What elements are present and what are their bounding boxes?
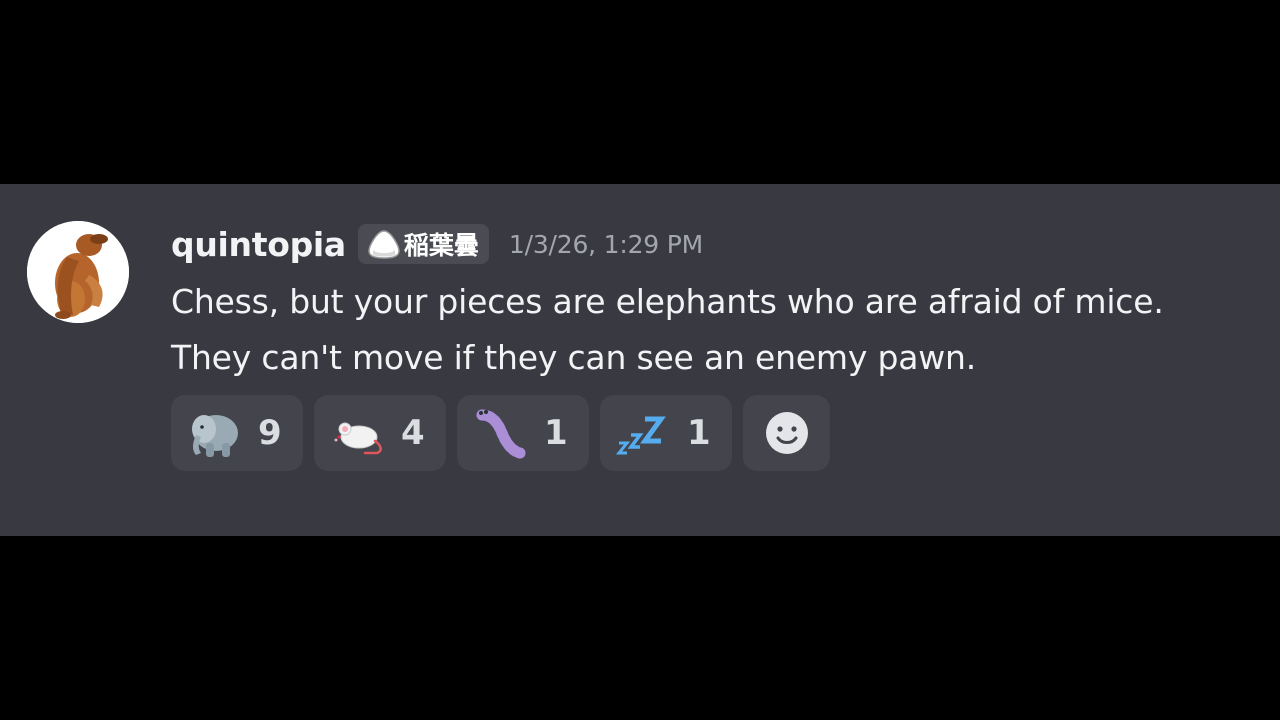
reaction-mouse[interactable]: 4 [314, 395, 446, 471]
message-content: Chess, but your pieces are elephants who… [171, 274, 1261, 386]
elephant-icon [192, 415, 238, 457]
timestamp[interactable]: 1/3/26, 1:29 PM [509, 230, 703, 259]
mouse-icon [334, 422, 382, 455]
onigiri-icon [368, 230, 400, 259]
reactions-bar: 9 4 1 1 [171, 395, 830, 471]
reaction-zzz[interactable]: 1 [600, 395, 732, 471]
message-line: They can't move if they can see an enemy… [171, 338, 977, 377]
username[interactable]: quintopia [171, 225, 346, 264]
smiley-add-reaction-icon [765, 412, 808, 454]
reaction-count: 9 [258, 413, 282, 453]
golden-retriever-avatar-icon [27, 221, 129, 323]
message-container: quintopia 稲葉曇 1/3/26, 1:29 PM Chess, but… [0, 184, 1280, 536]
reaction-count: 4 [401, 413, 425, 453]
add-reaction-button[interactable] [743, 395, 830, 471]
server-tag-text: 稲葉曇 [403, 231, 479, 260]
reaction-count: 1 [687, 413, 711, 453]
message-header: quintopia 稲葉曇 1/3/26, 1:29 PM [171, 222, 703, 266]
worm-icon [476, 409, 526, 459]
message-line: Chess, but your pieces are elephants who… [171, 282, 1164, 321]
server-tag[interactable]: 稲葉曇 [357, 224, 489, 264]
avatar[interactable] [27, 221, 129, 323]
reaction-count: 1 [544, 413, 568, 453]
reaction-worm[interactable]: 1 [457, 395, 589, 471]
zzz-icon [615, 416, 666, 455]
reaction-elephant[interactable]: 9 [171, 395, 303, 471]
